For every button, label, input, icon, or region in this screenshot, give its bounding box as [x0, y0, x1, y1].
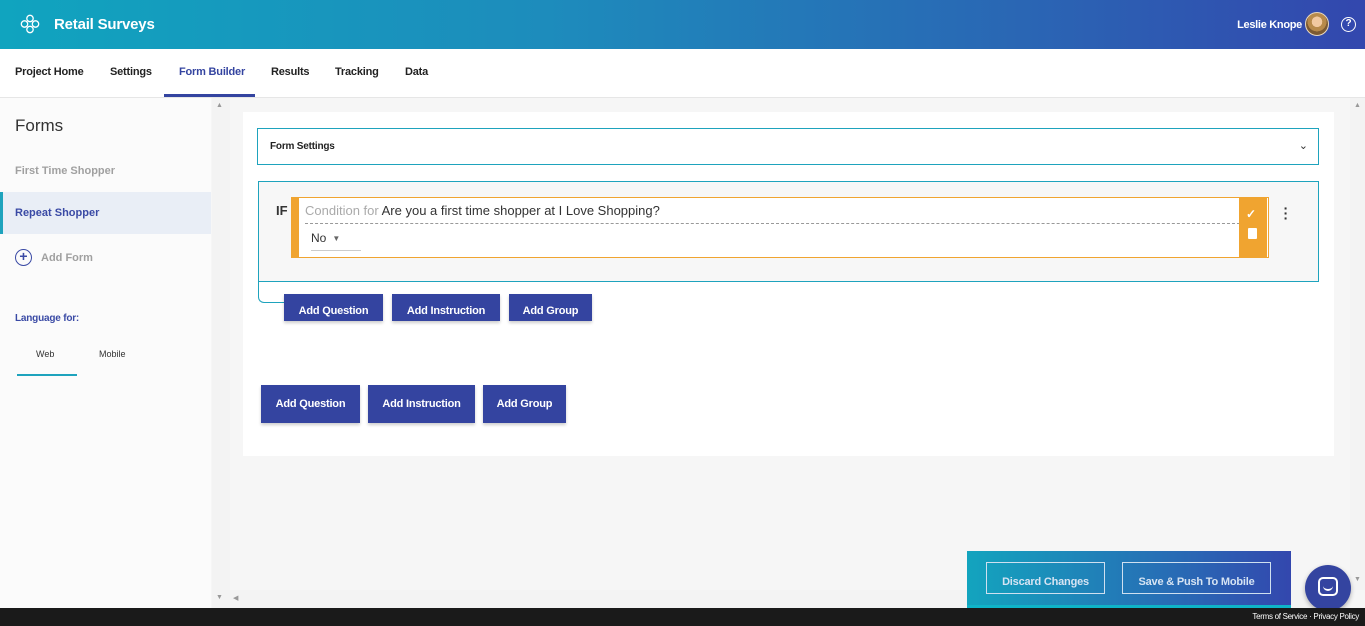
- add-instruction-button[interactable]: Add Instruction: [368, 385, 475, 423]
- check-icon[interactable]: ✓: [1246, 207, 1256, 221]
- scroll-up-arrow-icon[interactable]: ▲: [216, 102, 223, 109]
- app-header: Retail Surveys Leslie Knope ?: [0, 0, 1365, 49]
- footer-separator: ·: [1309, 612, 1312, 621]
- scroll-up-arrow-icon[interactable]: ▲: [1354, 102, 1361, 109]
- tab-form-builder[interactable]: Form Builder: [179, 66, 245, 78]
- avatar[interactable]: [1305, 12, 1329, 36]
- add-question-button[interactable]: Add Question: [261, 385, 360, 423]
- condition-group: IF Condition for Are you a first time sh…: [258, 181, 1319, 282]
- forms-sidebar: Forms First Time Shopper Repeat Shopper …: [0, 98, 211, 608]
- top-nav: Project Home Settings Form Builder Resul…: [0, 49, 1365, 98]
- scroll-down-arrow-icon[interactable]: ▼: [1354, 576, 1361, 583]
- language-label: Language for:: [15, 313, 80, 324]
- trash-icon[interactable]: [1248, 228, 1257, 239]
- chevron-down-icon[interactable]: ⌄: [1299, 139, 1308, 152]
- condition-question: Are you a first time shopper at I Love S…: [381, 203, 660, 218]
- condition-text: Condition for Are you a first time shopp…: [305, 203, 1240, 224]
- language-tab-web[interactable]: Web: [36, 349, 54, 359]
- form-settings-panel[interactable]: Form Settings ⌄: [257, 128, 1319, 165]
- tab-settings[interactable]: Settings: [110, 66, 152, 78]
- condition-prefix: Condition for: [305, 203, 379, 218]
- group-connector: [258, 282, 286, 303]
- active-tab-indicator: [164, 94, 255, 97]
- sidebar-item-first-time-shopper[interactable]: First Time Shopper: [0, 150, 211, 192]
- form-builder-card: Form Settings ⌄ IF Condition for Are you…: [243, 112, 1334, 456]
- condition-answer-select[interactable]: No ▼: [311, 231, 361, 251]
- save-action-bar: Discard Changes Save & Push To Mobile: [967, 551, 1291, 608]
- help-icon[interactable]: ?: [1341, 17, 1356, 32]
- language-tab-indicator: [17, 374, 77, 376]
- group-add-group-button[interactable]: Add Group: [509, 294, 592, 321]
- tab-results[interactable]: Results: [271, 66, 310, 78]
- more-vertical-icon[interactable]: · · ·: [1283, 201, 1289, 225]
- chat-button[interactable]: [1305, 565, 1351, 611]
- discard-changes-button[interactable]: Discard Changes: [986, 562, 1105, 594]
- app-title[interactable]: Retail Surveys: [54, 16, 155, 33]
- page-footer: Terms of Service · Privacy Policy: [0, 608, 1365, 626]
- language-tab-mobile[interactable]: Mobile: [99, 349, 126, 359]
- plus-circle-icon: +: [15, 249, 32, 266]
- condition-actions: ✓: [1239, 197, 1267, 258]
- condition-answer-value: No: [311, 231, 327, 245]
- form-settings-label: Form Settings: [270, 141, 335, 152]
- sidebar-item-repeat-shopper[interactable]: Repeat Shopper: [0, 192, 211, 234]
- sidebar-scrollbar[interactable]: ▲ ▼: [212, 98, 230, 608]
- if-label: IF: [276, 203, 288, 218]
- add-group-button[interactable]: Add Group: [483, 385, 566, 423]
- flower-logo-icon[interactable]: [20, 14, 40, 34]
- group-add-question-button[interactable]: Add Question: [284, 294, 383, 321]
- terms-link[interactable]: Terms of Service: [1252, 612, 1307, 621]
- condition-editor: Condition for Are you a first time shopp…: [291, 197, 1269, 258]
- caret-down-icon: ▼: [332, 234, 341, 244]
- add-form-label: Add Form: [41, 251, 93, 264]
- add-form-button[interactable]: + Add Form: [15, 249, 93, 266]
- tab-project-home[interactable]: Project Home: [15, 66, 84, 78]
- privacy-link[interactable]: Privacy Policy: [1313, 612, 1359, 621]
- tab-data[interactable]: Data: [405, 66, 428, 78]
- tab-tracking[interactable]: Tracking: [335, 66, 379, 78]
- footer-links: Terms of Service · Privacy Policy: [1252, 612, 1359, 621]
- main-scrollbar[interactable]: ▲ ▼: [1350, 98, 1365, 590]
- scroll-down-arrow-icon[interactable]: ▼: [216, 594, 223, 601]
- chat-icon: [1318, 577, 1338, 596]
- save-push-mobile-button[interactable]: Save & Push To Mobile: [1122, 562, 1271, 594]
- group-add-instruction-button[interactable]: Add Instruction: [392, 294, 500, 321]
- user-name[interactable]: Leslie Knope: [1237, 19, 1302, 31]
- scroll-left-arrow-icon[interactable]: ◀: [233, 594, 238, 602]
- sidebar-title: Forms: [15, 116, 64, 135]
